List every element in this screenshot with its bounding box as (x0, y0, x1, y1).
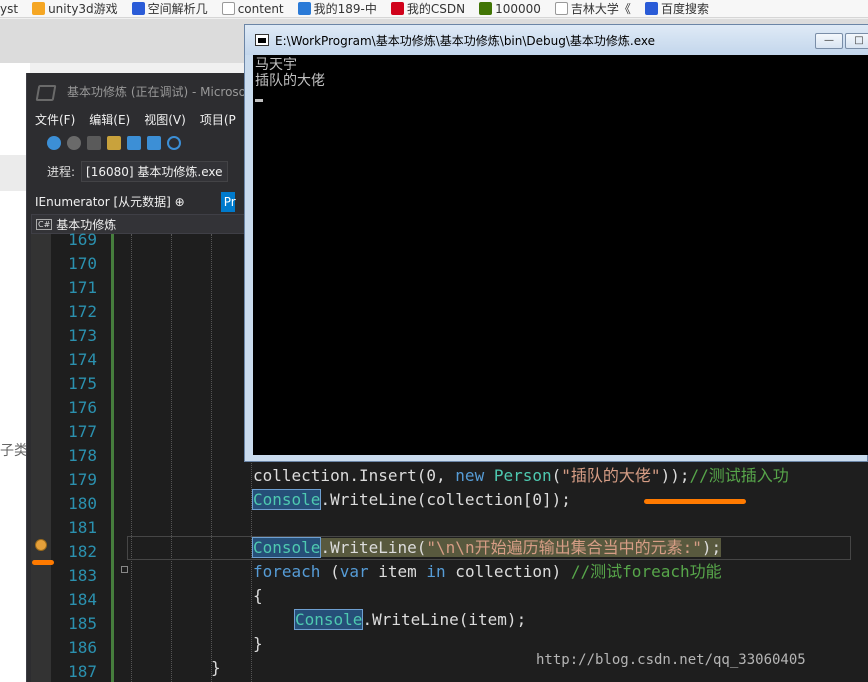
page-icon (554, 2, 568, 15)
console-output-line: 马天宇 (255, 57, 297, 73)
code-line-186: } (253, 634, 263, 653)
line-number: 176 (68, 398, 97, 417)
undo-icon[interactable] (167, 136, 181, 150)
line-number: 187 (68, 662, 97, 681)
breakpoint-arrow-icon[interactable] (35, 539, 47, 551)
collapse-toggle[interactable] (121, 566, 128, 573)
line-number: 172 (68, 302, 97, 321)
download-icon (479, 2, 493, 15)
tab-program[interactable]: Pr (220, 192, 236, 212)
console-output[interactable]: 马天宇 插队的大佬 (253, 55, 868, 455)
vs-logo-icon (37, 83, 59, 99)
bookmark-unity3d[interactable]: unity3d游戏 (32, 0, 118, 17)
console-app-icon (255, 34, 269, 46)
bookmark-geometry[interactable]: 空间解析几 (131, 0, 208, 17)
bookmark-content[interactable]: content (221, 2, 284, 16)
line-number: 169 (68, 230, 97, 249)
minimize-button[interactable]: — (815, 33, 843, 49)
bookmark-100000[interactable]: 100000 (479, 2, 541, 16)
vs-menu-bar: 文件(F) 编辑(E) 视图(V) 项目(P (27, 109, 257, 129)
save-all-icon[interactable] (147, 136, 161, 150)
line-number: 177 (68, 422, 97, 441)
forward-icon[interactable] (67, 136, 81, 150)
line-number: 179 (68, 470, 97, 489)
line-number: 180 (68, 494, 97, 513)
bookmark-yst[interactable]: yst (0, 2, 18, 16)
new-item-icon[interactable] (87, 136, 101, 150)
change-tracking-bar (111, 234, 114, 682)
line-number: 174 (68, 350, 97, 369)
code-line-187: } (211, 658, 221, 677)
tab-ienumerator[interactable]: IEnumerator [从元数据] ⊕ (27, 192, 193, 212)
maximize-button[interactable]: □ (845, 33, 868, 49)
page-icon (221, 2, 235, 15)
line-number: 185 (68, 614, 97, 633)
bookmark-189[interactable]: 我的189-中 (297, 0, 377, 17)
menu-view[interactable]: 视图(V) (144, 111, 186, 128)
process-label: 进程: (47, 164, 76, 179)
console-window: E:\WorkProgram\基本功修炼\基本功修炼\bin\Debug\基本功… (244, 24, 868, 462)
folder-icon (32, 2, 46, 15)
annotation-mark (32, 560, 54, 565)
bookmark-jlu[interactable]: 吉林大学《 (554, 0, 631, 17)
console-title-text: E:\WorkProgram\基本功修炼\基本功修炼\bin\Debug\基本功… (275, 33, 656, 48)
console-title-bar[interactable]: E:\WorkProgram\基本功修炼\基本功修炼\bin\Debug\基本功… (245, 25, 868, 55)
menu-edit[interactable]: 编辑(E) (89, 111, 130, 128)
back-icon[interactable] (47, 136, 61, 150)
telecom-icon (297, 2, 311, 15)
page-text-fragment: 子类 (0, 443, 28, 459)
code-line-185: Console.WriteLine(item); (293, 609, 527, 630)
bookmarks-bar: yst unity3d游戏 空间解析几 content 我的189-中 我的CS… (0, 0, 868, 18)
code-line-182: Console.WriteLine("\n\n开始遍历输出集合当中的元素:"); (251, 537, 722, 558)
annotation-underline (644, 499, 746, 504)
code-line-179: collection.Insert(0, new Person("插队的大佬")… (253, 466, 789, 485)
open-folder-icon[interactable] (107, 136, 121, 150)
vs-title-text: 基本功修炼 (正在调试) - Microso (67, 84, 247, 99)
code-line-180: Console.WriteLine(collection[0]); (251, 489, 571, 510)
save-icon[interactable] (127, 136, 141, 150)
bookmark-baidu[interactable]: 百度搜索 (644, 0, 709, 17)
line-number: 173 (68, 326, 97, 345)
process-dropdown[interactable]: [16080] 基本功修炼.exe (81, 160, 228, 182)
code-line-184: { (253, 586, 263, 605)
line-number: 181 (68, 518, 97, 537)
process-bar: 进程: [16080] 基本功修炼.exe (27, 160, 257, 182)
line-number: 170 (68, 254, 97, 273)
document-tabs: IEnumerator [从元数据] ⊕ Pr (27, 192, 257, 212)
paw-icon (644, 2, 658, 15)
indicator-margin[interactable] (31, 234, 51, 682)
indent-guide (211, 234, 212, 682)
line-number: 186 (68, 638, 97, 657)
line-number: 175 (68, 374, 97, 393)
line-number: 171 (68, 278, 97, 297)
menu-project[interactable]: 项目(P (200, 111, 236, 128)
line-number: 182 (68, 542, 97, 561)
vs-toolbar (27, 131, 257, 155)
code-line-183: foreach (var item in collection) //测试for… (253, 562, 722, 581)
line-number: 178 (68, 446, 97, 465)
csdn-icon (390, 2, 404, 15)
bookmark-csdn[interactable]: 我的CSDN (390, 0, 465, 17)
watermark: http://blog.csdn.net/qq_33060405 (536, 652, 806, 668)
console-output-line: 插队的大佬 (255, 73, 325, 89)
menu-file[interactable]: 文件(F) (35, 111, 75, 128)
paw-icon (131, 2, 145, 15)
csharp-icon: C# (36, 218, 53, 230)
vs-title-bar: 基本功修炼 (正在调试) - Microso (27, 73, 257, 109)
indent-guide (131, 234, 132, 682)
console-cursor (255, 99, 263, 102)
line-number: 183 (68, 566, 97, 585)
line-number: 184 (68, 590, 97, 609)
indent-guide (171, 234, 172, 682)
